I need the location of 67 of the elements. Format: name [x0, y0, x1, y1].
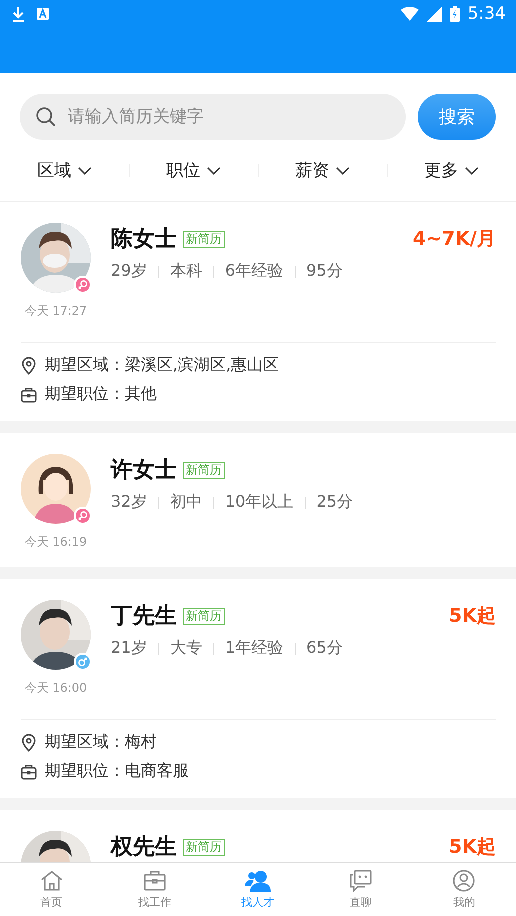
- new-resume-tag: 新简历: [183, 838, 225, 856]
- update-time: 今天 16:00: [24, 680, 88, 697]
- nav-tab[interactable]: 直聊: [310, 863, 413, 916]
- salary-text: 5K起: [449, 835, 496, 860]
- resume-card[interactable]: 今天 16:19 许女士 新简历 32岁 初中 10年以上 25分: [0, 433, 516, 567]
- candidate-info: 初中: [170, 492, 202, 513]
- candidate-name: 许女士: [111, 457, 177, 485]
- salary-text: 5K起: [449, 604, 496, 629]
- new-resume-tag: 新简历: [183, 462, 225, 478]
- candidate-info: 10年以上: [225, 492, 294, 513]
- filter-dropdown[interactable]: 区域: [0, 158, 129, 183]
- keyboard-app-icon: [37, 8, 49, 20]
- location-pin-icon: [21, 356, 37, 374]
- wifi-icon: [400, 7, 419, 21]
- candidate-info: 65分: [306, 638, 343, 659]
- new-resume-tag: 新简历: [183, 608, 225, 624]
- female-icon: [78, 511, 88, 521]
- expectation-text: 期望职位：电商客服: [45, 761, 189, 782]
- candidate-info: 1年经验: [225, 638, 284, 659]
- status-time: 5:34: [468, 4, 506, 24]
- male-icon: [78, 657, 88, 667]
- download-icon: [12, 6, 25, 22]
- candidate-info: 25分: [316, 492, 354, 513]
- candidate-info: 6年经验: [225, 261, 284, 282]
- chevron-down-icon: [78, 166, 92, 174]
- briefcase-icon: [142, 870, 167, 892]
- avatar-illustration: [21, 454, 91, 524]
- update-time: 今天 16:19: [24, 534, 88, 551]
- resume-card[interactable]: 今天 16:00 丁先生 新简历 5K起 21岁 大专 1年经验 65分 期望区域：梅村 期望职位：电商客服: [0, 579, 516, 798]
- candidate-info: 本科: [170, 261, 202, 282]
- briefcase-icon: [21, 764, 37, 780]
- chevron-down-icon: [464, 166, 478, 174]
- filter-dropdown[interactable]: 薪资: [258, 158, 387, 183]
- new-resume-tag: 新简历: [183, 230, 225, 248]
- candidate-info: 21岁: [111, 638, 148, 659]
- expectation-text: 期望区域：梁溪区,滨湖区,惠山区: [45, 355, 280, 376]
- chat-icon: [349, 870, 374, 892]
- candidate-name: 丁先生: [111, 603, 177, 631]
- search-icon: [36, 107, 56, 127]
- location-pin-icon: [21, 734, 37, 752]
- filter-dropdown[interactable]: 更多: [387, 158, 516, 183]
- candidate-info: 大专: [170, 638, 202, 659]
- battery-charging-icon: [450, 6, 460, 22]
- resume-card[interactable]: 权先生 新简历 5K起: [0, 810, 516, 862]
- candidate-info: 95分: [306, 261, 343, 282]
- nav-tab[interactable]: 我的: [412, 863, 516, 916]
- update-time: 今天 17:27: [24, 303, 88, 320]
- nav-tab[interactable]: 找工作: [103, 863, 206, 916]
- female-icon: [78, 280, 88, 290]
- salary-text: 4~7K/月: [412, 227, 496, 252]
- expectation-text: 期望区域：梅村: [45, 732, 157, 753]
- candidate-info: 32岁: [111, 492, 148, 513]
- candidate-name: 陈女士: [111, 226, 177, 254]
- signal-icon: [426, 6, 442, 22]
- chevron-down-icon: [206, 166, 220, 174]
- home-icon: [40, 870, 64, 892]
- resume-card[interactable]: 今天 17:27 陈女士 新简历 4~7K/月 29岁 本科 6年经验 95分 期望区域：梁溪区,滨湖区,惠山区 期望职位：其他: [0, 202, 516, 421]
- nav-tab[interactable]: 首页: [0, 863, 104, 916]
- people-icon: [245, 870, 271, 892]
- expectation-text: 期望职位：其他: [45, 384, 157, 405]
- user-icon: [453, 870, 476, 892]
- chevron-down-icon: [336, 166, 350, 174]
- candidate-name: 权先生: [111, 834, 177, 862]
- candidate-info: 29岁: [111, 261, 148, 282]
- filter-dropdown[interactable]: 职位: [129, 158, 258, 183]
- search-field[interactable]: 请输入简历关键字: [20, 94, 406, 140]
- briefcase-icon: [21, 386, 37, 402]
